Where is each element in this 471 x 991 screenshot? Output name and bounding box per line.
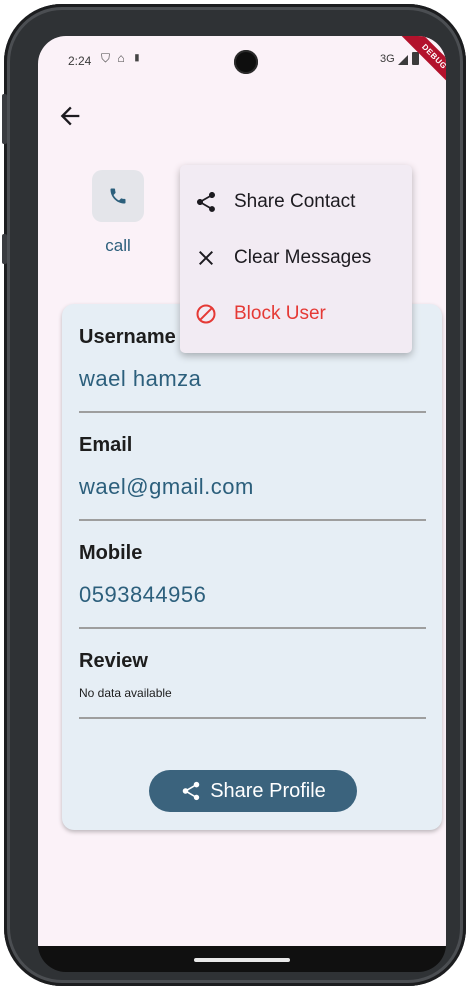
- app-screen: 2:24 ⛉ ⌂ ▮ 3G DEBUG call Username wael h…: [38, 36, 446, 946]
- network-type: 3G: [380, 53, 395, 65]
- battery-icon: [412, 52, 419, 65]
- review-label: Review: [79, 650, 148, 672]
- menu-item-label: Block User: [234, 303, 326, 324]
- call-button[interactable]: [92, 170, 144, 222]
- system-nav-bar: [38, 946, 446, 972]
- share-profile-button[interactable]: Share Profile: [149, 770, 357, 812]
- arrow-left-icon: [60, 106, 80, 126]
- call-label: call: [105, 236, 131, 255]
- block-icon: [194, 302, 218, 326]
- menu-item-share-contact[interactable]: Share Contact: [180, 174, 412, 230]
- menu-item-label: Share Contact: [234, 191, 356, 212]
- username-label: Username: [79, 326, 176, 348]
- divider: [79, 717, 426, 719]
- share-profile-label: Share Profile: [210, 779, 326, 802]
- status-time: 2:24: [68, 54, 92, 68]
- camera-cutout: [234, 50, 258, 74]
- email-label: Email: [79, 434, 133, 456]
- menu-item-label: Clear Messages: [234, 247, 372, 268]
- divider: [79, 519, 426, 521]
- phone-frame: 2:24 ⛉ ⌂ ▮ 3G DEBUG call Username wael h…: [2, 4, 466, 986]
- home-gesture-handle[interactable]: [194, 958, 290, 962]
- back-button[interactable]: [56, 102, 84, 130]
- phone-screen: 2:24 ⛉ ⌂ ▮ 3G DEBUG call Username wael h…: [38, 36, 446, 972]
- review-value: No data available: [79, 686, 172, 700]
- username-value: wael hamza: [79, 366, 202, 391]
- divider: [79, 411, 426, 413]
- menu-item-clear-messages[interactable]: Clear Messages: [180, 230, 412, 286]
- mobile-value: 0593844956: [79, 582, 207, 607]
- menu-item-block-user[interactable]: Block User: [180, 286, 412, 342]
- signal-icon: [398, 55, 408, 65]
- phone-icon: [110, 188, 126, 204]
- divider: [79, 627, 426, 629]
- close-icon: [194, 246, 218, 270]
- volume-button: [2, 94, 7, 144]
- profile-card: Username wael hamza Email wael@gmail.com…: [62, 304, 442, 830]
- power-button: [2, 234, 7, 264]
- notification-icons: ⛉ ⌂ ▮: [101, 51, 144, 65]
- email-value: wael@gmail.com: [79, 474, 254, 499]
- share-icon: [194, 190, 218, 214]
- popup-menu: Share Contact Clear Messages Block User: [180, 165, 412, 353]
- mobile-label: Mobile: [79, 542, 143, 564]
- share-icon: [182, 781, 200, 801]
